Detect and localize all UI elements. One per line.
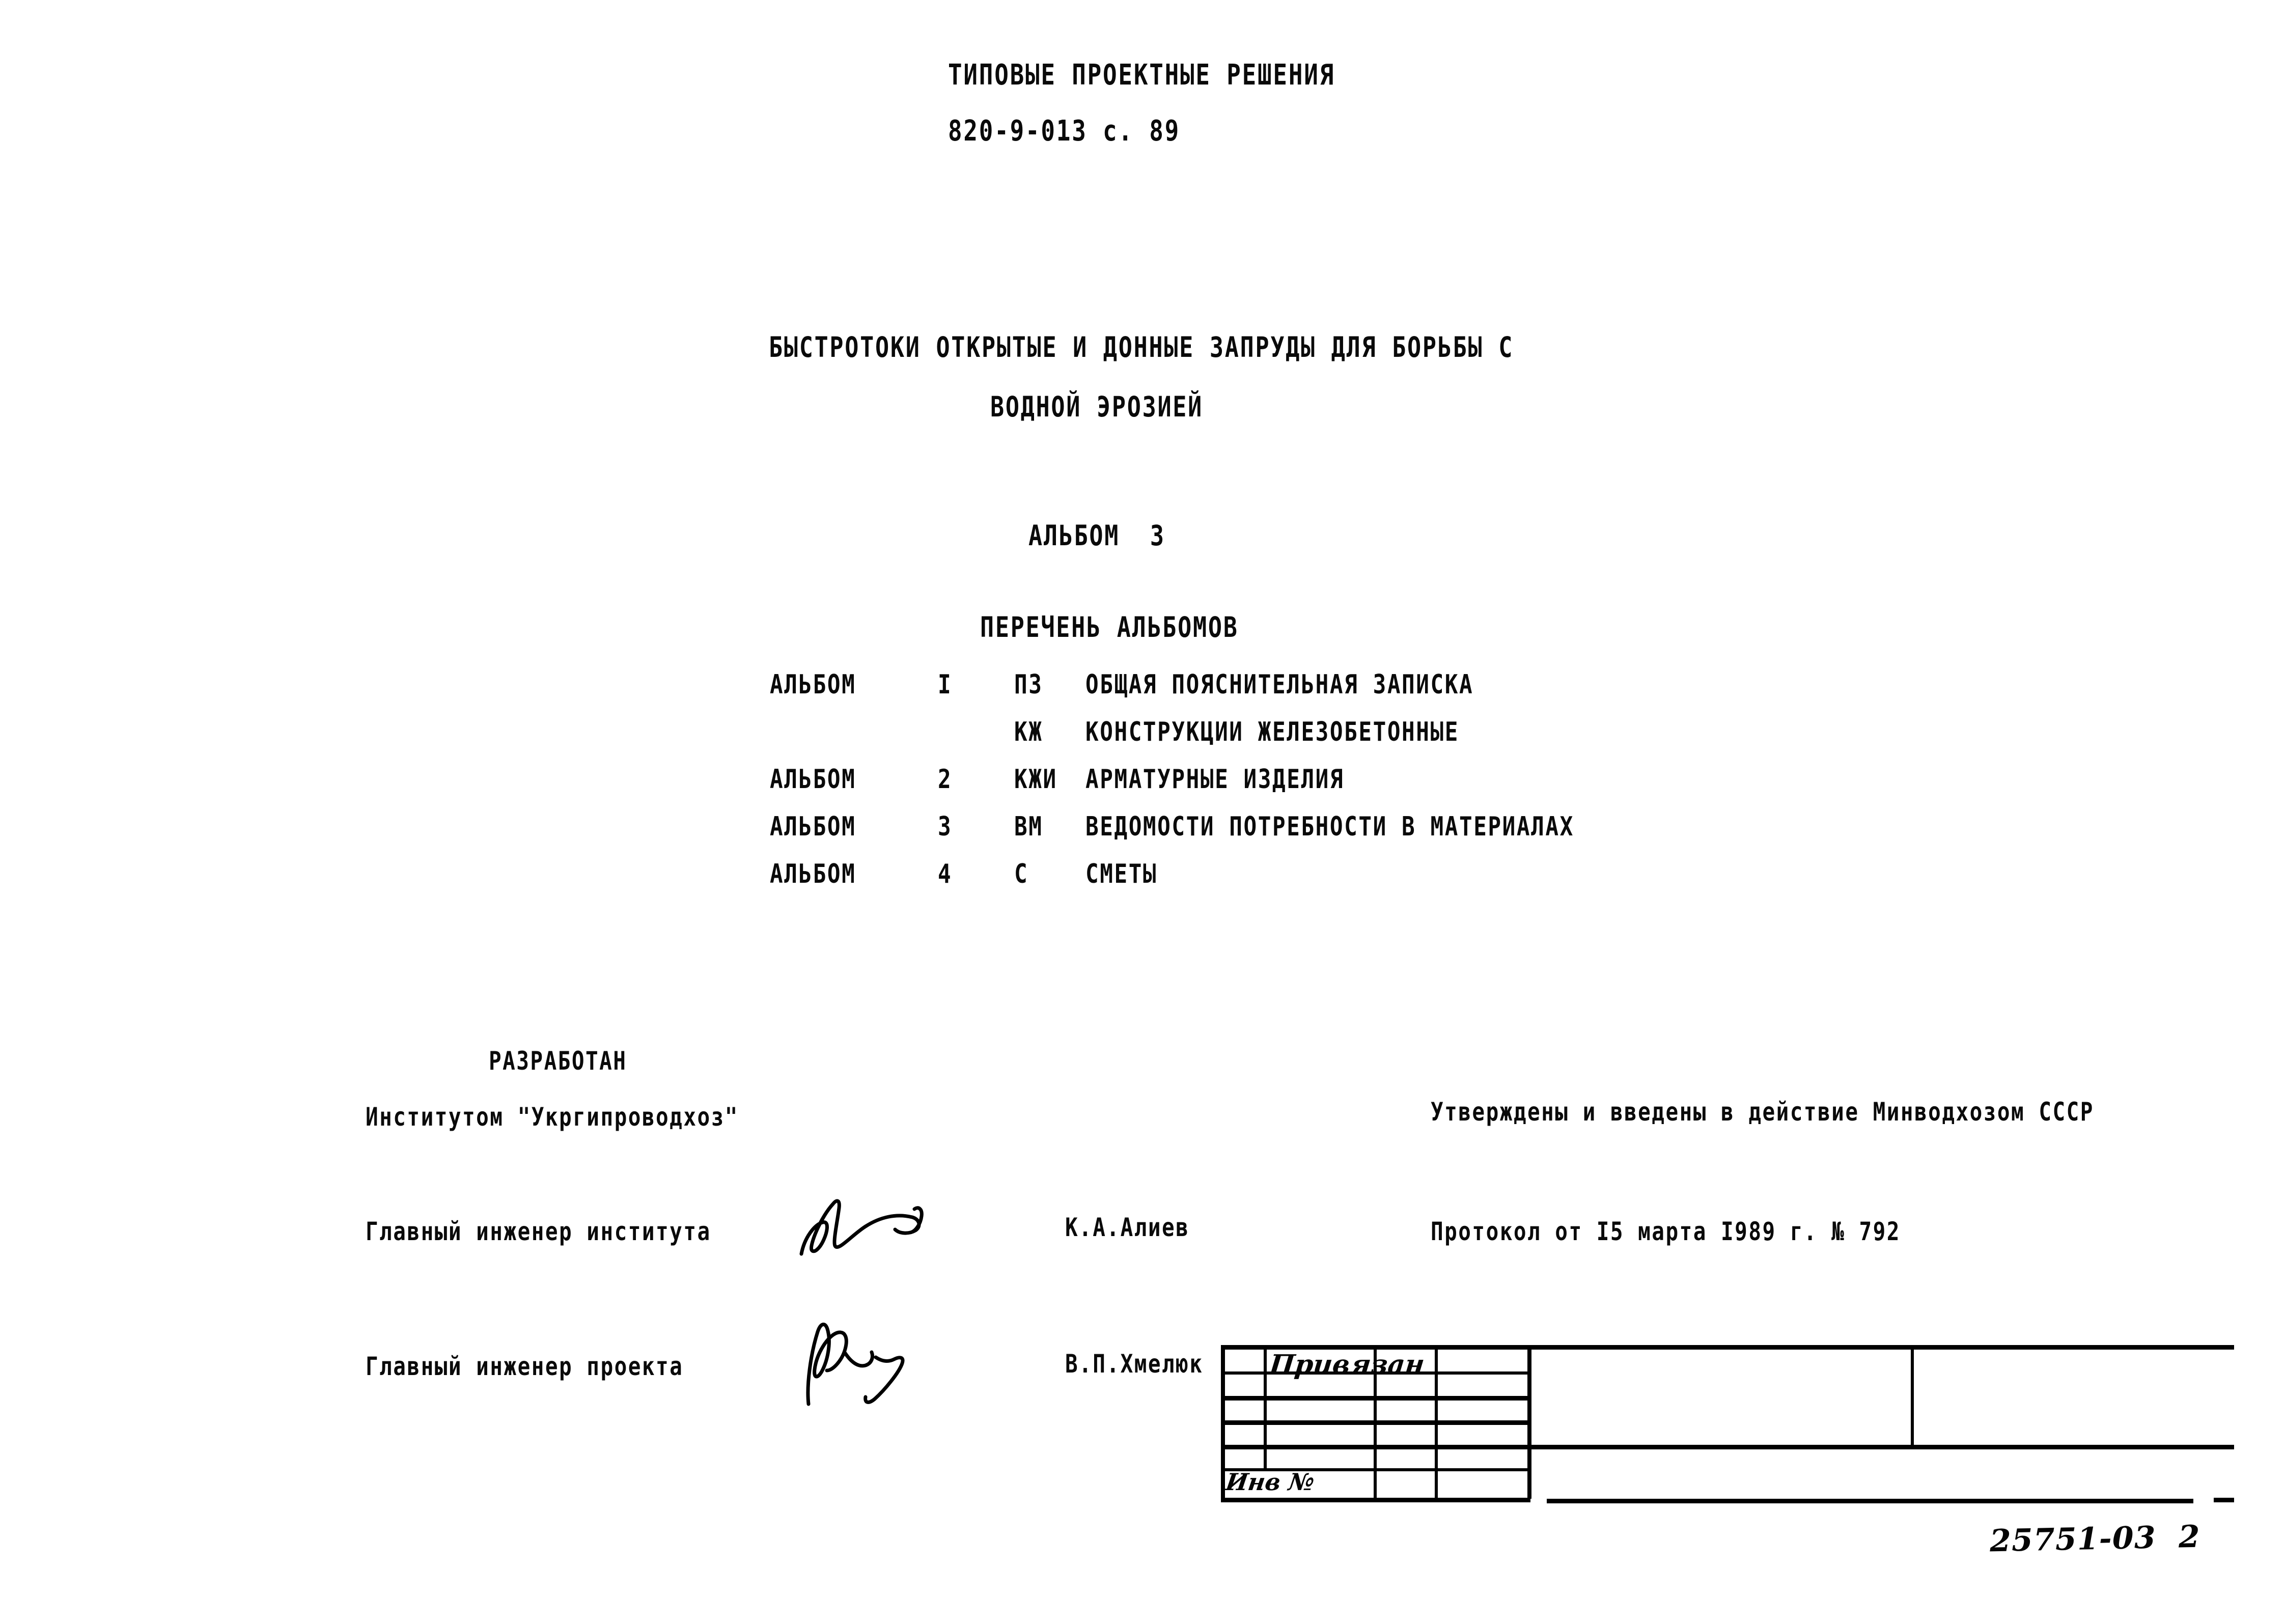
title-block-table: Привязан Инв № xyxy=(1221,1345,2234,1503)
album-list-row: АЛЬБОМ 2 КЖИ АРМАТУРНЫЕ ИЗДЕЛИЯ xyxy=(770,764,1682,811)
table-hline xyxy=(2214,1498,2234,1502)
archive-document-number: 25751-03 2 xyxy=(1989,1519,2201,1559)
table-vline xyxy=(1527,1345,1531,1499)
album-number-cell: I xyxy=(938,669,953,700)
album-label: АЛЬБОМ xyxy=(770,764,856,795)
album-name: КОНСТРУКЦИИ ЖЕЛЕЗОБЕТОННЫЕ xyxy=(1085,717,1459,747)
album-name: АРМАТУРНЫЕ ИЗДЕЛИЯ xyxy=(1085,764,1345,795)
inventory-number-label: Инв № xyxy=(1224,1468,1317,1496)
album-label: АЛЬБОМ xyxy=(770,811,856,842)
signature-name-chief-engineer-institute: К.А.Алиев xyxy=(1065,1213,1190,1242)
privyazan-handwritten-label: Привязан xyxy=(1268,1349,1426,1380)
approval-protocol: Протокол от I5 марта I989 г. № 792 xyxy=(1431,1217,1901,1246)
album-number-cell: 4 xyxy=(938,859,953,889)
album-list-row: КЖ КОНСТРУКЦИИ ЖЕЛЕЗОБЕТОННЫЕ xyxy=(770,717,1682,764)
signature-title-chief-engineer-project: Главный инженер проекта xyxy=(366,1352,684,1381)
page-title-line-2: ВОДНОЙ ЭРОЗИЕЙ xyxy=(990,390,1204,423)
album-code: ПЗ xyxy=(1014,669,1043,700)
album-list-row: АЛЬБОМ 4 С СМЕТЫ xyxy=(770,859,1682,906)
album-code: ВМ xyxy=(1014,811,1043,842)
album-name: ОБЩАЯ ПОЯСНИТЕЛЬНАЯ ЗАПИСКА xyxy=(1085,669,1474,700)
album-number-cell: 2 xyxy=(938,764,953,795)
page-title-line-1: БЫСТРОТОКИ ОТКРЫТЫЕ И ДОННЫЕ ЗАПРУДЫ ДЛЯ… xyxy=(769,331,1514,363)
document-header: ТИПОВЫЕ ПРОЕКТНЫЕ РЕШЕНИЯ 820-9-013 с. 8… xyxy=(948,61,1420,146)
album-list-row: АЛЬБОМ 3 ВМ ВЕДОМОСТИ ПОТРЕБНОСТИ В МАТЕ… xyxy=(770,811,1682,859)
header-document-code: 820-9-013 с. 89 xyxy=(948,115,1181,148)
signature-name-chief-engineer-project: В.П.Хмелюк xyxy=(1065,1349,1204,1379)
developed-by-label: РАЗРАБОТАН xyxy=(489,1046,627,1076)
album-number: АЛЬБОМ 3 xyxy=(1028,519,1165,552)
album-code: КЖИ xyxy=(1014,764,1057,795)
table-vline xyxy=(1911,1345,1914,1445)
album-label: АЛЬБОМ xyxy=(770,669,856,700)
approval-statement: Утверждены и введены в действие Минводхо… xyxy=(1431,1097,2094,1127)
album-list-heading: ПЕРЕЧЕНЬ АЛЬБОМОВ xyxy=(980,611,1239,643)
album-list-row: АЛЬБОМ I ПЗ ОБЩАЯ ПОЯСНИТЕЛЬНАЯ ЗАПИСКА xyxy=(770,669,1682,717)
handwritten-signature-icon xyxy=(806,1323,905,1406)
album-number-cell: 3 xyxy=(938,811,953,842)
table-vline xyxy=(1435,1345,1438,1499)
album-list: АЛЬБОМ I ПЗ ОБЩАЯ ПОЯСНИТЕЛЬНАЯ ЗАПИСКА … xyxy=(770,669,1682,906)
table-hline xyxy=(1221,1445,2234,1449)
album-name: ВЕДОМОСТИ ПОТРЕБНОСТИ В МАТЕРИАЛАХ xyxy=(1085,811,1574,842)
header-series-title: ТИПОВЫЕ ПРОЕКТНЫЕ РЕШЕНИЯ xyxy=(948,59,1335,92)
handwritten-signature-icon xyxy=(799,1199,924,1256)
page-title: БЫСТРОТОКИ ОТКРЫТЫЕ И ДОННЫЕ ЗАПРУДЫ ДЛЯ… xyxy=(769,333,1677,421)
album-name: СМЕТЫ xyxy=(1085,859,1158,889)
developed-by-organization: Институтом "Укргипроводхоз" xyxy=(366,1102,739,1132)
album-code: С xyxy=(1014,859,1029,889)
album-label: АЛЬБОМ xyxy=(770,859,856,889)
table-vline xyxy=(1264,1345,1267,1471)
album-code: КЖ xyxy=(1014,717,1043,747)
signature-title-chief-engineer-institute: Главный инженер института xyxy=(366,1217,711,1246)
table-hline xyxy=(1547,1499,2193,1503)
table-vline xyxy=(1221,1345,1225,1499)
document-page: ТИПОВЫЕ ПРОЕКТНЫЕ РЕШЕНИЯ 820-9-013 с. 8… xyxy=(0,0,2285,1624)
